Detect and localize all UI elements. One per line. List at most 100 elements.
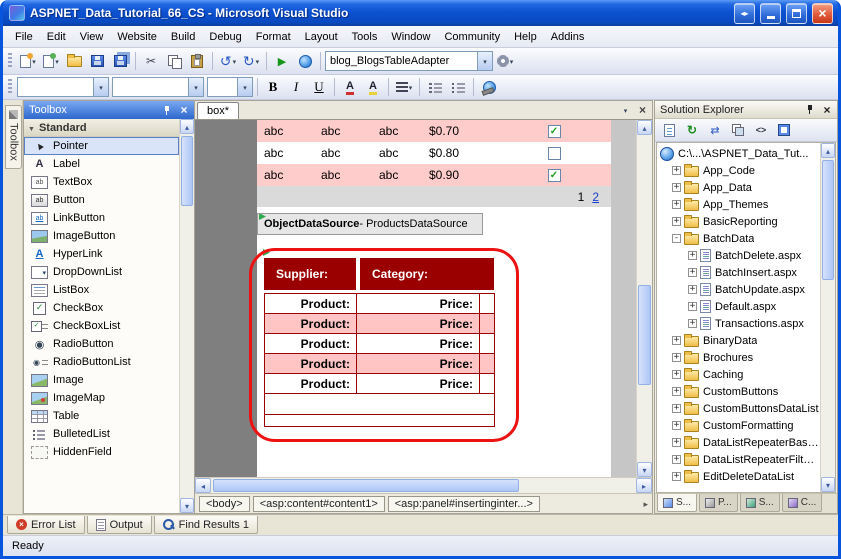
scrollbar-thumb[interactable] xyxy=(213,479,519,492)
tag-asp-panel[interactable]: <asp:panel#insertinginter...> xyxy=(388,496,540,512)
toolbox-item-pointer[interactable]: Pointer xyxy=(24,137,179,155)
toolbox-item-linkbutton[interactable]: LinkButton xyxy=(24,209,179,227)
menu-item-build[interactable]: Build xyxy=(164,28,202,46)
expand-icon[interactable]: + xyxy=(672,387,681,396)
expand-icon[interactable]: + xyxy=(672,217,681,226)
editor-vertical-scrollbar[interactable] xyxy=(636,120,652,477)
bulleted-list-button[interactable] xyxy=(447,76,469,98)
new-project-button[interactable] xyxy=(17,50,39,72)
smart-tag-glyph[interactable] xyxy=(263,249,270,256)
convert-to-hyperlink-button[interactable] xyxy=(478,76,500,98)
tree-item-root[interactable]: C:\...\ASPNET_Data_Tut... xyxy=(657,145,820,162)
maximize-button[interactable] xyxy=(786,3,807,24)
scroll-right-button[interactable] xyxy=(636,478,652,493)
tree-item[interactable]: +App_Code xyxy=(657,162,820,179)
tab-properties[interactable]: P... xyxy=(699,494,738,512)
menu-item-layout[interactable]: Layout xyxy=(298,28,345,46)
toolbox-item-button[interactable]: Button xyxy=(24,191,179,209)
expand-icon[interactable]: + xyxy=(672,421,681,430)
expand-icon[interactable]: + xyxy=(688,251,697,260)
menu-item-addins[interactable]: Addins xyxy=(544,28,592,46)
expand-icon[interactable]: + xyxy=(688,302,697,311)
toolbox-category-standard[interactable]: Standard xyxy=(24,119,179,137)
combo-dropdown-button[interactable] xyxy=(188,78,203,96)
menu-item-window[interactable]: Window xyxy=(384,28,437,46)
tag-navigator-overflow-icon[interactable] xyxy=(643,498,648,510)
save-all-button[interactable] xyxy=(109,50,131,72)
toolbox-item-checkboxlist[interactable]: CheckBoxList xyxy=(24,317,179,335)
view-code-button[interactable] xyxy=(751,120,771,140)
editor-horizontal-scrollbar[interactable] xyxy=(195,477,652,493)
tab-find-results[interactable]: Find Results 1 xyxy=(154,516,258,534)
tree-item[interactable]: +BatchUpdate.aspx xyxy=(657,281,820,298)
highlight-color-button[interactable] xyxy=(362,76,384,98)
numbered-list-button[interactable] xyxy=(424,76,446,98)
menu-item-tools[interactable]: Tools xyxy=(345,28,385,46)
tree-item[interactable]: +BinaryData xyxy=(657,332,820,349)
tree-item[interactable]: +CustomFormatting xyxy=(657,417,820,434)
expand-icon[interactable]: + xyxy=(688,268,697,277)
scroll-up-button[interactable] xyxy=(180,119,194,134)
toolbox-side-tab[interactable]: Toolbox xyxy=(5,105,22,169)
menu-item-file[interactable]: File xyxy=(8,28,40,46)
block-format-combo[interactable] xyxy=(17,77,109,97)
inserting-interface-table[interactable]: Supplier: Category: Product:Price: Produ… xyxy=(264,258,494,427)
copy-website-button[interactable] xyxy=(705,120,725,140)
expand-icon[interactable]: + xyxy=(672,353,681,362)
view-designer-button[interactable] xyxy=(774,120,794,140)
tree-item[interactable]: +BatchInsert.aspx xyxy=(657,264,820,281)
scroll-left-button[interactable] xyxy=(195,478,211,493)
menu-item-community[interactable]: Community xyxy=(437,28,507,46)
active-files-dropdown-button[interactable] xyxy=(618,102,633,117)
expand-icon[interactable]: + xyxy=(672,438,681,447)
toolbox-close-button[interactable] xyxy=(177,103,191,117)
expand-icon[interactable]: + xyxy=(672,455,681,464)
objectdatasource-control[interactable]: ObjectDataSource - ProductsDataSource xyxy=(257,213,483,235)
scrollbar-thumb[interactable] xyxy=(181,136,193,206)
close-document-button[interactable] xyxy=(635,102,650,117)
tree-item[interactable]: +CustomButtons xyxy=(657,383,820,400)
tree-item[interactable]: +Caching xyxy=(657,366,820,383)
toolbox-item-listbox[interactable]: ListBox xyxy=(24,281,179,299)
expand-icon[interactable]: + xyxy=(672,404,681,413)
cut-button[interactable] xyxy=(140,50,162,72)
tree-item-batchdata[interactable]: -BatchData xyxy=(657,230,820,247)
scroll-down-button[interactable] xyxy=(180,498,194,513)
toolbox-item-radiobutton[interactable]: RadioButton xyxy=(24,335,179,353)
font-color-button[interactable] xyxy=(339,76,361,98)
alignment-button[interactable] xyxy=(393,76,415,98)
tab-solution-explorer[interactable]: S... xyxy=(657,494,697,512)
font-name-combo[interactable] xyxy=(112,77,204,97)
solution-tree-scrollbar[interactable] xyxy=(820,143,835,492)
tree-item[interactable]: +CustomButtonsDataList xyxy=(657,400,820,417)
tree-item[interactable]: +App_Themes xyxy=(657,196,820,213)
toolbar-grip[interactable] xyxy=(8,53,12,69)
tree-item[interactable]: +Default.aspx xyxy=(657,298,820,315)
expand-icon[interactable]: + xyxy=(672,183,681,192)
minimize-button[interactable] xyxy=(760,3,781,24)
close-button[interactable] xyxy=(812,3,833,24)
expand-icon[interactable]: + xyxy=(672,472,681,481)
combo-dropdown-button[interactable] xyxy=(93,78,108,96)
open-file-button[interactable] xyxy=(63,50,85,72)
tree-item[interactable]: +Brochures xyxy=(657,349,820,366)
menu-item-debug[interactable]: Debug xyxy=(202,28,248,46)
pager-page-link[interactable]: 2 xyxy=(592,190,599,204)
table-adapter-combo[interactable]: blog_BlogsTableAdapter xyxy=(325,51,493,71)
toolbox-item-textbox[interactable]: TextBox xyxy=(24,173,179,191)
scroll-down-button[interactable] xyxy=(821,477,835,492)
scrollbar-track[interactable] xyxy=(821,158,835,477)
combo-dropdown-button[interactable] xyxy=(477,52,492,70)
tab-class-view[interactable]: C... xyxy=(782,494,823,512)
menu-item-view[interactable]: View xyxy=(73,28,111,46)
redo-button[interactable] xyxy=(240,50,262,72)
combo-dropdown-button[interactable] xyxy=(237,78,252,96)
toolbox-item-image[interactable]: Image xyxy=(24,371,179,389)
expand-icon[interactable]: + xyxy=(672,336,681,345)
toolbox-item-hiddenfield[interactable]: HiddenField xyxy=(24,443,179,461)
row-checkbox[interactable] xyxy=(548,147,561,160)
expand-icon[interactable]: + xyxy=(688,285,697,294)
underline-button[interactable]: U xyxy=(308,76,330,98)
scrollbar-thumb[interactable] xyxy=(638,285,651,385)
toolbox-item-bulletedlist[interactable]: BulletedList xyxy=(24,425,179,443)
